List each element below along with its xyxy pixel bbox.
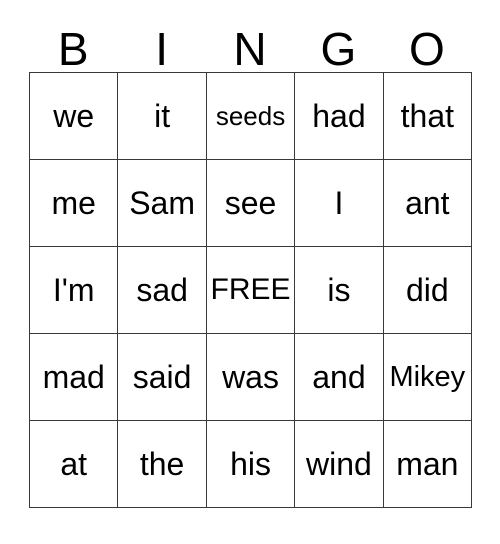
- bingo-header-letter-i: I: [155, 23, 168, 75]
- bingo-cell-label: sad: [136, 272, 188, 308]
- bingo-cell-i3[interactable]: sad: [118, 247, 207, 334]
- bingo-cell-label: is: [327, 272, 351, 308]
- bingo-card: B I N G O we it seeds had that me Sam se…: [29, 22, 473, 508]
- bingo-cell-label: said: [132, 359, 192, 395]
- bingo-cell-label: I: [334, 185, 344, 221]
- bingo-cell-b1[interactable]: we: [30, 73, 119, 160]
- bingo-cell-i5[interactable]: the: [118, 421, 207, 508]
- bingo-cell-label: the: [139, 446, 185, 482]
- bingo-cell-g1[interactable]: had: [295, 73, 384, 160]
- bingo-cell-label: at: [60, 446, 88, 482]
- bingo-header-letter-n: N: [233, 23, 267, 75]
- bingo-cell-b2[interactable]: me: [30, 160, 119, 247]
- bingo-cell-o5[interactable]: man: [383, 421, 473, 508]
- bingo-cell-n2[interactable]: see: [206, 160, 296, 247]
- bingo-cell-label: his: [230, 446, 271, 482]
- bingo-row: we it seeds had that: [30, 73, 473, 160]
- bingo-cell-label: me: [51, 185, 96, 221]
- bingo-cell-label: man: [396, 446, 459, 482]
- bingo-cell-b3[interactable]: I'm: [30, 247, 119, 334]
- bingo-cell-label: that: [400, 98, 455, 134]
- bingo-cell-o1[interactable]: that: [383, 73, 473, 160]
- bingo-cell-b5[interactable]: at: [30, 421, 119, 508]
- bingo-cell-o4[interactable]: Mikey: [383, 334, 473, 421]
- bingo-cell-g3[interactable]: is: [295, 247, 384, 334]
- bingo-cell-n5[interactable]: his: [206, 421, 296, 508]
- bingo-header-letter-g: G: [320, 23, 357, 75]
- bingo-row: at the his wind man: [30, 421, 473, 508]
- bingo-free-space-label: FREE: [210, 273, 291, 306]
- bingo-cell-i1[interactable]: it: [118, 73, 207, 160]
- bingo-cell-label: we: [53, 98, 95, 134]
- bingo-row: mad said was and Mikey: [30, 334, 473, 421]
- bingo-row: me Sam see I ant: [30, 160, 473, 247]
- bingo-cell-label: it: [154, 98, 171, 134]
- bingo-header-letter-b: B: [57, 23, 89, 75]
- bingo-cell-label: I'm: [52, 272, 95, 308]
- bingo-cell-o2[interactable]: ant: [383, 160, 473, 247]
- bingo-grid: we it seeds had that me Sam see I ant I'…: [29, 72, 473, 508]
- bingo-cell-g2[interactable]: I: [295, 160, 384, 247]
- bingo-cell-g4[interactable]: and: [295, 334, 384, 421]
- bingo-cell-g5[interactable]: wind: [295, 421, 384, 508]
- bingo-cell-o3[interactable]: did: [383, 247, 473, 334]
- bingo-cell-b4[interactable]: mad: [30, 334, 119, 421]
- bingo-cell-free-space[interactable]: FREE: [206, 247, 296, 334]
- bingo-cell-label: mad: [42, 359, 105, 395]
- bingo-cell-label: did: [405, 272, 449, 308]
- bingo-header-row: B I N G O: [29, 22, 471, 72]
- bingo-cell-label: see: [224, 185, 277, 221]
- bingo-cell-label: Mikey: [389, 360, 466, 393]
- bingo-cell-label: wind: [306, 446, 372, 482]
- bingo-cell-label: had: [312, 98, 366, 134]
- bingo-cell-label: and: [312, 359, 366, 395]
- bingo-row: I'm sad FREE is did: [30, 247, 473, 334]
- bingo-cell-label: Sam: [129, 185, 195, 221]
- bingo-cell-i4[interactable]: said: [118, 334, 207, 421]
- bingo-header-letter-o: O: [408, 23, 445, 75]
- bingo-cell-label: was: [222, 359, 279, 395]
- bingo-cell-i2[interactable]: Sam: [118, 160, 207, 247]
- bingo-cell-n1[interactable]: seeds: [206, 73, 296, 160]
- bingo-cell-label: seeds: [215, 101, 286, 131]
- bingo-cell-n4[interactable]: was: [206, 334, 296, 421]
- bingo-cell-label: ant: [405, 185, 450, 221]
